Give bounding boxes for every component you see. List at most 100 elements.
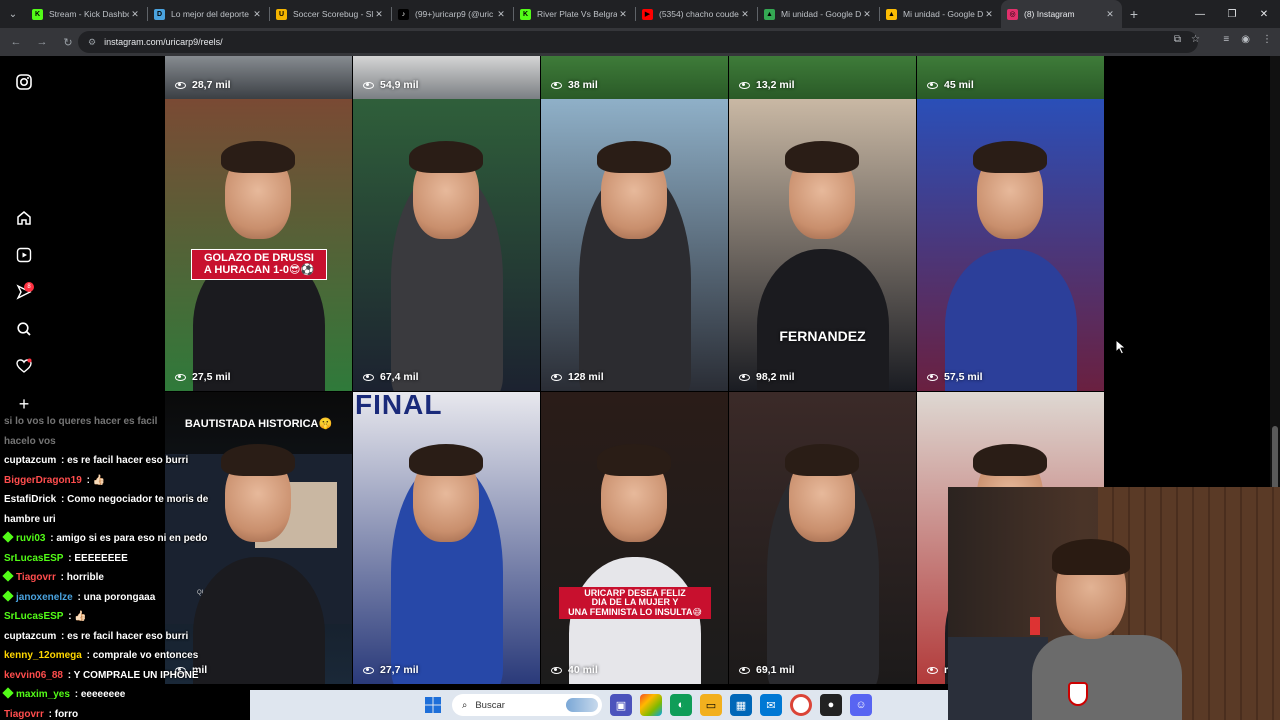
- copilot-icon[interactable]: [640, 694, 662, 716]
- view-count-text: 13,2 mil: [756, 79, 795, 91]
- view-count-text: 128 mil: [568, 371, 604, 383]
- hair: [409, 141, 483, 173]
- tab-close-icon[interactable]: ✕: [495, 9, 507, 20]
- install-app-icon[interactable]: ⧉: [1174, 34, 1181, 45]
- home-icon[interactable]: [14, 208, 34, 228]
- reel-thumbnail[interactable]: 69,1 mil: [729, 392, 916, 684]
- obs-icon[interactable]: ●: [820, 694, 842, 716]
- new-tab-button[interactable]: +: [1122, 0, 1146, 28]
- chat-text: horrible: [66, 572, 104, 583]
- outlook-icon[interactable]: ✉: [760, 694, 782, 716]
- reels-icon[interactable]: [14, 245, 34, 265]
- profile-icon[interactable]: ◉: [1241, 34, 1250, 45]
- discord-icon[interactable]: ☺: [850, 694, 872, 716]
- tab-close-icon[interactable]: ✕: [373, 9, 385, 20]
- browser-toolbar: ← → ↻ ⚙ instagram.com/uricarp9/reels/ ⧉ …: [0, 28, 1280, 56]
- edge-icon[interactable]: ◐: [670, 694, 692, 716]
- reel-thumbnail[interactable]: GOLAZO DE DRUSSI A HURACAN 1-0😎⚽ 27,5 mil: [165, 99, 352, 391]
- view-count-text: 38 mil: [568, 79, 598, 91]
- chat-username: Tiagovrr: [16, 572, 56, 583]
- reel-thumbnail[interactable]: 57,5 mil: [917, 99, 1104, 391]
- chat-text: 👍🏻: [92, 474, 106, 486]
- tab-close-icon[interactable]: ✕: [739, 9, 751, 20]
- notifications-heart-icon[interactable]: [14, 356, 34, 376]
- tab-close-icon[interactable]: ✕: [861, 9, 873, 20]
- chat-text: una porongaaa: [83, 591, 156, 603]
- youtube-icon: ▶: [642, 8, 653, 20]
- reel-thumbnail[interactable]: 13,2 mil: [729, 56, 916, 99]
- chat-text: eeeeeeee: [80, 689, 126, 700]
- reel-thumbnail[interactable]: FINAL 27,7 mil: [353, 392, 540, 684]
- kick-icon: K: [32, 8, 43, 20]
- omnibox-actions: ⧉ ☆: [1174, 34, 1200, 45]
- reel-thumbnail[interactable]: URICARP DESEA FELIZ DIA DE LA MUJER Y UN…: [541, 392, 728, 684]
- view-count-text: 69,1 mil: [756, 664, 795, 676]
- site-info-icon[interactable]: ⚙: [88, 37, 96, 48]
- hair: [785, 141, 859, 173]
- browser-tab[interactable]: K Stream - Kick Dashbo ✕: [26, 0, 147, 28]
- tab-close-icon[interactable]: ✕: [983, 9, 995, 20]
- browser-tab[interactable]: U Soccer Scorebug - Sl ✕: [270, 0, 391, 28]
- reel-thumbnail[interactable]: 54,9 mil: [353, 56, 540, 99]
- reel-thumbnail[interactable]: 67,4 mil: [353, 99, 540, 391]
- browser-tab[interactable]: K River Plate Vs Belgra ✕: [514, 0, 635, 28]
- store-icon[interactable]: ▦: [730, 694, 752, 716]
- media-controls-icon[interactable]: ≡: [1223, 34, 1229, 45]
- reel-thumbnail[interactable]: 128 mil: [541, 99, 728, 391]
- tab-close-icon[interactable]: ✕: [129, 9, 141, 20]
- search-icon[interactable]: [14, 319, 34, 339]
- view-count-text: 57,5 mil: [944, 371, 983, 383]
- browser-tab[interactable]: D Lo mejor del deporte ✕: [148, 0, 269, 28]
- browser-tab[interactable]: ♪ (99+)uricarp9 (@uric ✕: [392, 0, 513, 28]
- streamer-shirt: [1032, 635, 1182, 720]
- bookmark-star-icon[interactable]: ☆: [1191, 34, 1200, 45]
- tab-close-icon[interactable]: ✕: [1104, 9, 1116, 20]
- chat-message: cuptazcum : es re facil hacer eso burri: [4, 455, 188, 466]
- teams-icon[interactable]: ▣: [610, 694, 632, 716]
- forward-icon[interactable]: →: [30, 30, 54, 54]
- windows-start-icon[interactable]: [422, 694, 444, 716]
- chat-text: es re facil hacer eso burri: [67, 455, 189, 466]
- reload-icon[interactable]: ↻: [56, 30, 80, 54]
- url-text: instagram.com/uricarp9/reels/: [104, 37, 223, 47]
- instagram-logo-icon[interactable]: [14, 72, 34, 92]
- reel-thumbnail[interactable]: 38 mil: [541, 56, 728, 99]
- chrome-taskbar-icon[interactable]: [790, 694, 812, 716]
- browser-tab[interactable]: ▲ Mi unidad - Google D ✕: [758, 0, 879, 28]
- view-count-text: 28,7 mil: [192, 79, 231, 91]
- reel-thumbnail[interactable]: FERNANDEZ 98,2 mil: [729, 99, 916, 391]
- chat-username: SrLucasESP: [4, 611, 64, 622]
- chrome-menu-icon[interactable]: ⋮: [1262, 34, 1272, 45]
- restore-icon[interactable]: ❐: [1216, 0, 1248, 28]
- close-window-icon[interactable]: ✕: [1248, 0, 1280, 28]
- chat-message: si lo vos lo queres hacer es facil: [4, 416, 157, 427]
- chat-message: SrLucasESP : 👍🏻: [4, 611, 87, 622]
- browser-tab[interactable]: ▶ (5354) chacho coude ✕: [636, 0, 757, 28]
- subscriber-badge-icon: [2, 589, 14, 602]
- reel-view-count: 28,7 mil: [175, 79, 231, 91]
- reel-view-count: 69,1 mil: [739, 664, 795, 676]
- kick-icon: K: [520, 8, 531, 20]
- tab-title: Mi unidad - Google D: [903, 9, 983, 19]
- chat-text: hacelo vos: [4, 435, 56, 447]
- shirt: [757, 249, 889, 391]
- tab-title: Soccer Scorebug - Sl: [293, 9, 373, 19]
- view-count-text: 27,7 mil: [380, 664, 419, 676]
- address-bar[interactable]: ⚙ instagram.com/uricarp9/reels/: [78, 31, 1198, 53]
- chat-message: kevvin06_88 : Y COMPRALE UN IPHONE: [4, 670, 199, 681]
- tab-search-chevron-icon[interactable]: ⌄: [0, 0, 26, 28]
- chat-separator: :: [58, 630, 68, 642]
- reel-thumbnail[interactable]: 45 mil: [917, 56, 1104, 99]
- reel-thumbnail[interactable]: 28,7 mil: [165, 56, 352, 99]
- browser-tab[interactable]: ◎ (8) Instagram ✕: [1001, 0, 1122, 28]
- file-explorer-icon[interactable]: ▭: [700, 694, 722, 716]
- chat-message: hambre uri: [4, 514, 56, 525]
- create-plus-icon[interactable]: +: [14, 394, 34, 414]
- taskbar-search-input[interactable]: ⌕ Buscar: [452, 694, 602, 716]
- tab-close-icon[interactable]: ✕: [251, 9, 263, 20]
- tab-close-icon[interactable]: ✕: [617, 9, 629, 20]
- mouse-cursor-icon: [1115, 339, 1127, 355]
- minimize-icon[interactable]: —: [1184, 0, 1216, 28]
- browser-tab[interactable]: ▲ Mi unidad - Google D ✕: [880, 0, 1001, 28]
- back-icon[interactable]: ←: [4, 30, 28, 54]
